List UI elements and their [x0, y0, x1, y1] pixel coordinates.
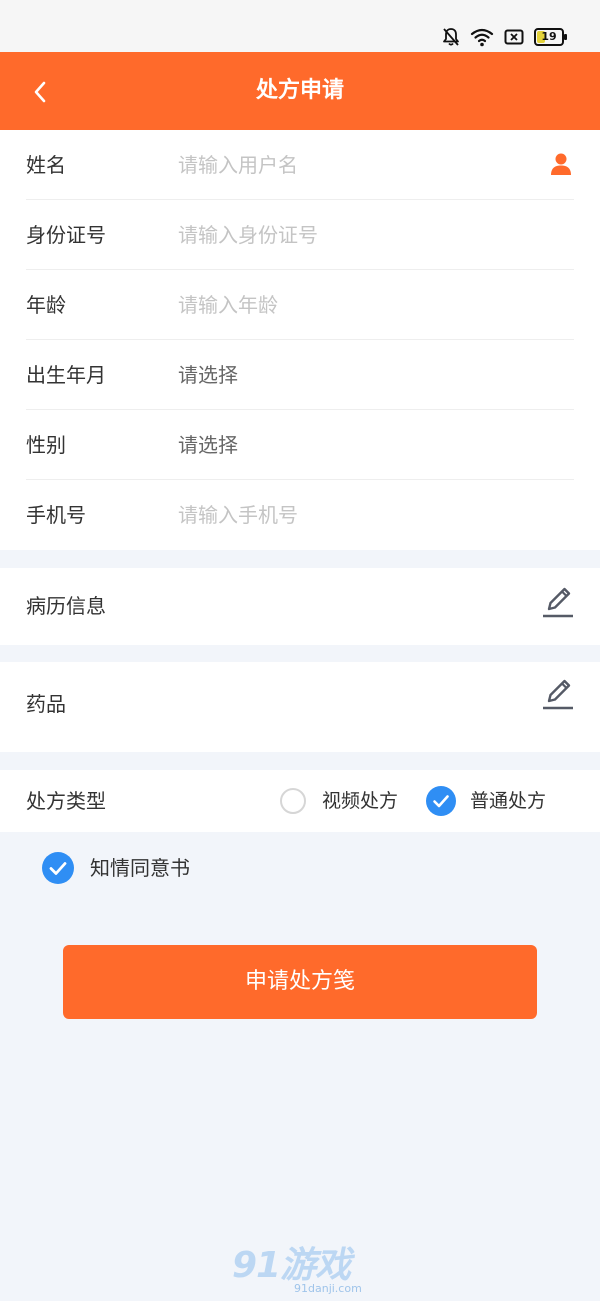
gender-label: 性别	[26, 433, 66, 457]
id-number-label: 身份证号	[26, 223, 106, 247]
nav-bar: 处方申请	[0, 52, 600, 130]
id-number-input[interactable]	[178, 214, 538, 256]
gender-row[interactable]: 性别 请选择	[0, 410, 600, 480]
age-input[interactable]	[178, 284, 538, 326]
status-icons: 19	[442, 24, 567, 50]
video-prescription-label[interactable]: 视频处方	[322, 770, 398, 832]
page-title: 处方申请	[255, 78, 344, 103]
prescription-type-row: 处方类型 视频处方 普通处方	[0, 770, 600, 832]
bell-off-icon	[443, 28, 459, 46]
watermark-logo: 91游戏 91danji.com	[232, 1246, 372, 1298]
medicine-card[interactable]: 药品	[0, 662, 600, 752]
consent-checkbox[interactable]	[42, 852, 74, 884]
age-row: 年龄	[0, 270, 600, 340]
normal-prescription-label[interactable]: 普通处方	[470, 770, 546, 832]
submit-prescription-button[interactable]: 申请处方笺	[63, 945, 537, 1019]
check-icon	[49, 862, 67, 875]
normal-prescription-radio[interactable]	[426, 786, 456, 816]
watermark-main: 91游戏	[232, 1245, 351, 1286]
battery-icon: 19	[534, 28, 567, 46]
medical-record-card[interactable]: 病历信息	[0, 568, 600, 645]
battery-level: 19	[541, 30, 557, 43]
birth-month-label: 出生年月	[26, 363, 106, 387]
name-row: 姓名	[0, 130, 600, 200]
prescription-type-label: 处方类型	[26, 789, 106, 813]
gender-select[interactable]: 请选择	[178, 410, 238, 480]
name-input[interactable]	[178, 144, 538, 186]
age-label: 年龄	[26, 293, 66, 317]
medical-record-label: 病历信息	[26, 594, 106, 618]
birth-month-select[interactable]: 请选择	[178, 340, 238, 410]
user-icon[interactable]	[550, 152, 572, 176]
chevron-left-icon	[34, 81, 46, 103]
video-prescription-radio[interactable]	[280, 788, 306, 814]
wifi-icon	[470, 28, 494, 47]
pencil-edit-icon[interactable]	[540, 584, 576, 620]
back-button[interactable]	[20, 72, 60, 112]
check-icon	[433, 795, 449, 808]
medicine-label: 药品	[26, 692, 66, 716]
screen-record-icon	[504, 29, 524, 45]
phone-label: 手机号	[26, 503, 86, 527]
pencil-edit-icon[interactable]	[540, 676, 576, 712]
birth-month-row[interactable]: 出生年月 请选择	[0, 340, 600, 410]
consent-row: 知情同意书	[0, 838, 600, 898]
status-bar: 19	[0, 0, 600, 52]
consent-label[interactable]: 知情同意书	[90, 838, 190, 898]
patient-info-form: 姓名 身份证号 年龄 出生年月 请选择 性别 请选择 手机号	[0, 130, 600, 550]
name-label: 姓名	[26, 153, 66, 177]
id-number-row: 身份证号	[0, 200, 600, 270]
phone-row: 手机号	[0, 480, 600, 550]
phone-input[interactable]	[178, 494, 538, 536]
watermark-sub: 91danji.com	[294, 1282, 362, 1295]
